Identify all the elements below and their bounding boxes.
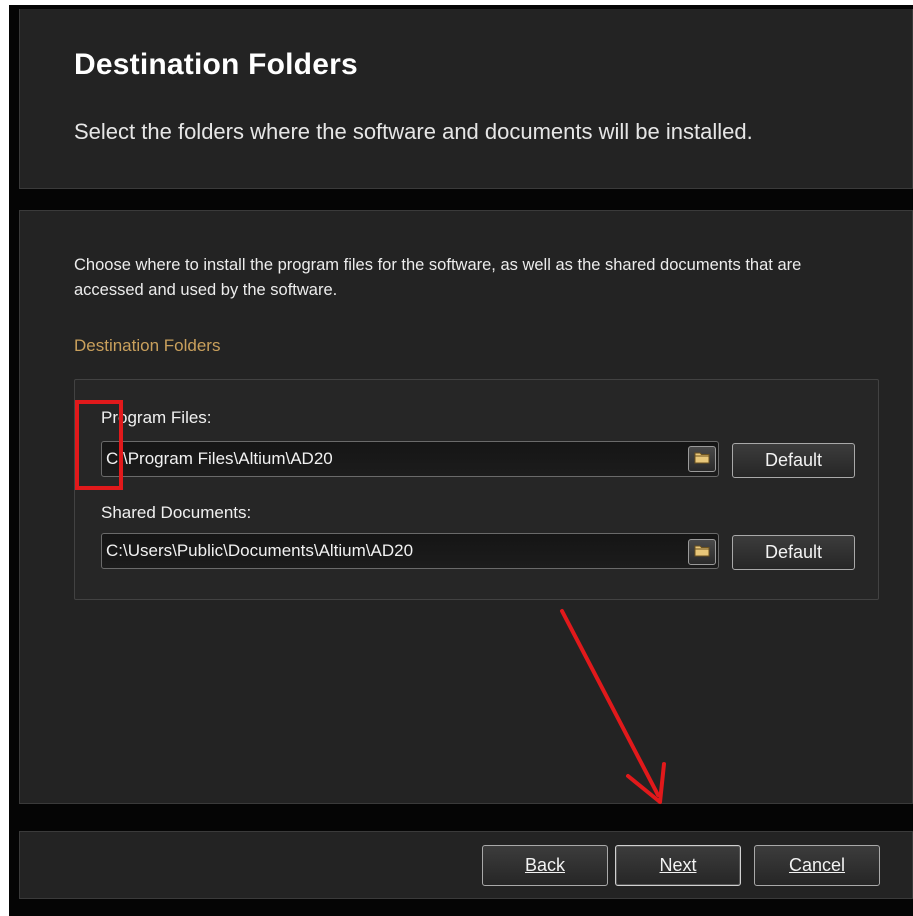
arrow-icon (560, 609, 666, 804)
